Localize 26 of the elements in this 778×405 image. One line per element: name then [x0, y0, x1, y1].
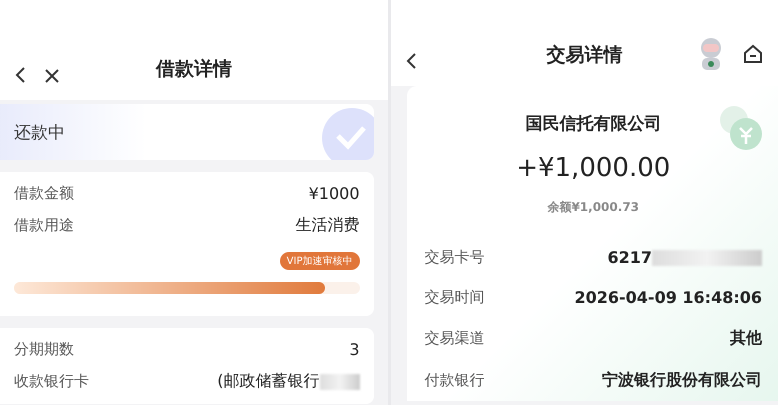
field-label: 分期期数	[14, 340, 74, 359]
field-value: 其他	[730, 328, 762, 349]
close-icon	[44, 68, 60, 84]
page-title: 借款详情	[156, 57, 232, 82]
field-value: 2026-04-09 16:48:06	[574, 288, 762, 307]
back-icon	[404, 52, 418, 70]
field-value: 3	[349, 340, 360, 359]
status-badge: VIP加速审核中	[280, 252, 360, 270]
field-value: (邮政储蓄银行	[217, 371, 320, 392]
balance: 余额¥1,000.73	[547, 199, 640, 216]
field-value: ¥1000	[308, 184, 360, 203]
field-label: 交易卡号	[424, 248, 484, 267]
field-value: 宁波银行股份有限公司	[602, 370, 762, 391]
payer-name: 国民信托有限公司	[525, 113, 662, 135]
field-label: 借款金额	[14, 184, 74, 203]
field-label: 交易时间	[424, 288, 484, 307]
field-label: 借款用途	[14, 216, 74, 235]
field-label: 付款银行	[424, 371, 484, 390]
field-value: 6217	[607, 248, 652, 267]
field-label: 交易渠道	[424, 329, 484, 348]
field-value: 生活消费	[296, 215, 360, 236]
home-icon	[742, 43, 764, 65]
amount: +¥1,000.00	[516, 153, 670, 183]
status-label: 还款中	[14, 122, 65, 144]
field-label: 收款银行卡	[14, 372, 89, 391]
page-title: 交易详情	[546, 43, 622, 68]
